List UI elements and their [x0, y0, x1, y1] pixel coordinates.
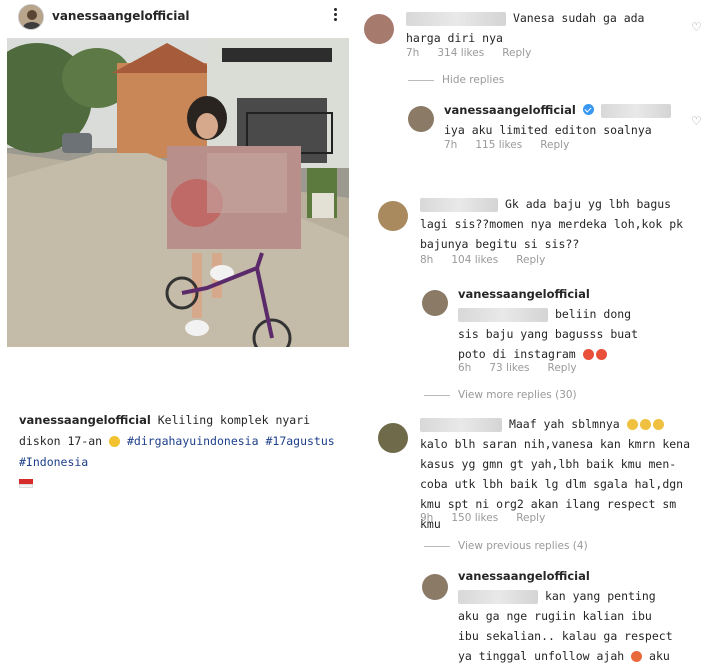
indonesia-flag-icon [19, 479, 33, 488]
comment-likes[interactable]: 314 likes [437, 47, 484, 59]
comment-likes[interactable]: 150 likes [451, 512, 498, 524]
post-panel: vanessaangelofficial vanessaangelofficia… [0, 0, 356, 669]
blurred-mention [600, 103, 671, 118]
comment-meta: 6h 73 likes Reply [458, 362, 595, 374]
praying-hands-emoji-icon [652, 419, 664, 430]
comment-likes[interactable]: 115 likes [475, 139, 522, 151]
post-caption: vanessaangelofficial Keliling komplek ny… [19, 410, 349, 494]
commenter-avatar[interactable] [378, 423, 408, 453]
reply-username[interactable]: vanessaangelofficial [444, 103, 576, 117]
blurred-username [420, 197, 498, 212]
comment-time: 7h [444, 139, 458, 151]
reply-username[interactable]: vanessaangelofficial [458, 287, 590, 301]
commenter-avatar[interactable] [364, 14, 394, 44]
commenter-avatar[interactable] [378, 201, 408, 231]
hashtag-link[interactable]: #Indonesia [19, 455, 88, 469]
hashtag-link[interactable]: #dirgahayuindonesia [127, 434, 259, 448]
comment-meta: 8h 104 likes Reply [420, 254, 563, 266]
comment-text: Maaf yah sblmnya [508, 417, 620, 431]
like-heart-icon[interactable]: ♡ [691, 114, 702, 128]
reply-avatar[interactable] [408, 106, 434, 132]
like-heart-icon[interactable]: ♡ [691, 20, 702, 34]
blurred-mention [458, 307, 548, 322]
post-avatar[interactable] [18, 4, 44, 30]
heart-eyes-emoji-icon [582, 349, 594, 360]
reply-username[interactable]: vanessaangelofficial [458, 569, 590, 583]
blurred-mention [458, 589, 538, 604]
comment-time: 6h [458, 362, 472, 374]
reply-comment: vanessaangelofficial kan yang penting ak… [458, 566, 674, 669]
reply-button[interactable]: Reply [516, 512, 545, 524]
heart-face-emoji-icon [631, 651, 643, 662]
reply-button[interactable]: Reply [502, 47, 531, 59]
blurred-username [406, 11, 506, 26]
praying-hands-emoji-icon [639, 419, 651, 430]
comment-likes[interactable]: 104 likes [451, 254, 498, 266]
comment-time: 7h [406, 47, 420, 59]
smile-emoji-icon [109, 436, 121, 447]
post-photo[interactable] [7, 38, 349, 347]
reply-comment: vanessaangelofficial iya aku limited edi… [444, 100, 694, 140]
comment: Gk ada baju yg lbh bagus lagi sis??momen… [420, 194, 690, 254]
reply-avatar[interactable] [422, 290, 448, 316]
reply-avatar[interactable] [422, 574, 448, 600]
reply-button[interactable]: Reply [548, 362, 577, 374]
blurred-username [420, 417, 502, 432]
hide-replies-button[interactable]: Hide replies [408, 74, 504, 86]
verified-badge-icon [582, 104, 594, 115]
more-options-icon[interactable] [330, 6, 340, 26]
comment-likes[interactable]: 73 likes [489, 362, 529, 374]
reply-comment: vanessaangelofficial beliin dong sis baj… [458, 284, 658, 364]
view-more-replies-button[interactable]: View more replies (30) [424, 389, 577, 401]
praying-hands-emoji-icon [626, 419, 638, 430]
post-username[interactable]: vanessaangelofficial [52, 9, 190, 23]
reply-text: iya aku limited editon soalnya [444, 123, 652, 137]
heart-eyes-emoji-icon [595, 349, 607, 360]
comments-panel: Vanesa sudah ga ada harga diri nya ♡ 7h 3… [356, 0, 720, 669]
comment-time: 8h [420, 254, 434, 266]
comment-time: 9h [420, 512, 434, 524]
comment-meta: 7h 314 likes Reply [406, 47, 549, 59]
hashtag-link[interactable]: #17agustus [265, 434, 334, 448]
comment: Vanesa sudah ga ada harga diri nya [406, 8, 686, 48]
caption-username[interactable]: vanessaangelofficial [19, 413, 151, 427]
view-previous-replies-button[interactable]: View previous replies (4) [424, 540, 588, 552]
comment-meta: 9h 150 likes Reply [420, 512, 563, 524]
reply-button[interactable]: Reply [516, 254, 545, 266]
post-header: vanessaangelofficial [18, 4, 348, 30]
comment-meta: 7h 115 likes Reply [444, 139, 587, 151]
reply-button[interactable]: Reply [540, 139, 569, 151]
